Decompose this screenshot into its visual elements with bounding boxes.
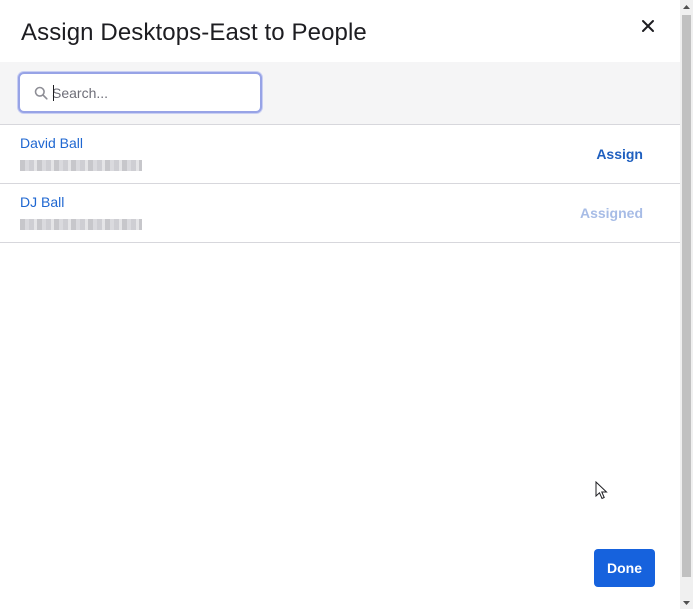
assigned-status: Assigned bbox=[579, 205, 643, 221]
mouse-pointer-icon bbox=[595, 481, 608, 500]
search-input[interactable] bbox=[52, 74, 252, 111]
search-bar bbox=[0, 62, 680, 125]
search-field[interactable] bbox=[18, 72, 262, 113]
assign-button[interactable]: Assign bbox=[596, 146, 643, 162]
done-button[interactable]: Done bbox=[594, 549, 655, 587]
person-email-redacted bbox=[20, 219, 142, 230]
dialog-header: Assign Desktops-East to People bbox=[0, 0, 680, 62]
person-name-link[interactable]: DJ Ball bbox=[20, 194, 64, 210]
text-caret bbox=[53, 85, 54, 101]
person-row: DJ Ball Assigned bbox=[0, 184, 680, 243]
person-row: David Ball Assign bbox=[0, 125, 680, 184]
assign-people-dialog: Assign Desktops-East to People David Bal… bbox=[0, 0, 680, 609]
close-icon bbox=[642, 20, 654, 32]
close-button[interactable] bbox=[636, 14, 660, 38]
scroll-down-arrow-icon[interactable] bbox=[680, 596, 693, 609]
person-email-redacted bbox=[20, 160, 142, 171]
dialog-title: Assign Desktops-East to People bbox=[21, 19, 367, 46]
person-name-link[interactable]: David Ball bbox=[20, 135, 83, 151]
scrollbar-thumb[interactable] bbox=[682, 15, 691, 577]
scroll-up-arrow-icon[interactable] bbox=[680, 0, 693, 13]
search-icon bbox=[34, 86, 48, 100]
vertical-scrollbar[interactable] bbox=[680, 0, 693, 609]
